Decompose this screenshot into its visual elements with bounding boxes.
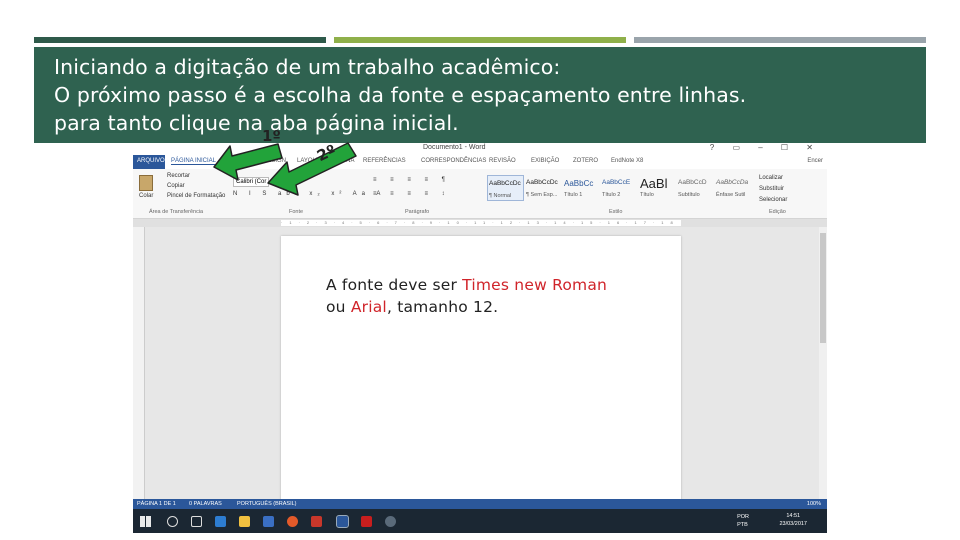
step-1-label: 1º	[262, 127, 281, 145]
store-icon[interactable]	[263, 516, 274, 527]
word-count[interactable]: 0 PALAVRAS	[189, 501, 222, 507]
tab-design[interactable]: DESIGN	[263, 158, 286, 164]
tab-endnote[interactable]: EndNote X8	[611, 158, 643, 164]
word-window: Documento1 - Word ? ▭ – ☐ ✕ ARQUIVO PÁGI…	[133, 143, 827, 533]
tab-zotero[interactable]: ZOTERO	[573, 158, 598, 164]
font-name-box[interactable]: Calibri (Cor	[233, 177, 269, 187]
pdf-reader-icon[interactable]	[361, 516, 372, 527]
paragraph-group-label: Parágrafo	[405, 209, 430, 215]
tab-home[interactable]: PÁGINA INICIAL	[171, 158, 217, 165]
times-new-roman-highlight: Times new Roman	[462, 276, 608, 294]
editing-group: Localizar Substituir Selecionar	[759, 173, 787, 206]
tab-references[interactable]: REFERÊNCIAS	[363, 158, 406, 164]
page-count[interactable]: PÁGINA 1 DE 1	[137, 501, 176, 507]
firefox-icon[interactable]	[287, 516, 298, 527]
horizontal-ruler: ·1·2·3·4·5·6·7·8·9·10·11·12·13·14·15·16·…	[133, 219, 827, 227]
paste-button[interactable]: Colar	[139, 193, 153, 199]
input-language[interactable]: POR PTB	[737, 513, 749, 529]
style-heading-1[interactable]: AaBbCc Título 1	[563, 175, 600, 201]
powerpoint-icon[interactable]	[311, 516, 322, 527]
title-banner: Iniciando a digitação de um trabalho aca…	[34, 47, 926, 143]
user-name[interactable]: Encer	[807, 158, 823, 164]
document-title: Documento1 - Word	[423, 144, 486, 151]
word-icon[interactable]	[336, 515, 349, 528]
taskbar-clock[interactable]: 14:51 23/03/2017	[779, 512, 807, 528]
font-format-buttons[interactable]: N I S abc x₂ x² Aa A	[233, 191, 385, 197]
style-title[interactable]: AaBl Título	[639, 175, 676, 201]
cortana-icon[interactable]	[167, 516, 178, 527]
tab-view[interactable]: EXIBIÇÃO	[531, 158, 559, 164]
status-bar: PÁGINA 1 DE 1 0 PALAVRAS PORTUGUÊS (BRAS…	[133, 499, 827, 509]
windows-start-icon[interactable]	[140, 516, 151, 527]
paste-icon[interactable]	[139, 175, 153, 191]
edge-icon[interactable]	[215, 516, 226, 527]
style-no-spacing[interactable]: AaBbCcDc ¶ Sem Esp...	[525, 175, 562, 201]
settings-icon[interactable]	[385, 516, 396, 527]
ribbon-tabs: ARQUIVO PÁGINA INICIAL INSERIR DESIGN LA…	[133, 155, 827, 169]
title-line-3: para tanto clique na aba página inicial.	[54, 111, 459, 135]
top-bar-green	[334, 37, 626, 43]
style-subtitle[interactable]: AaBbCcD Subtítulo	[677, 175, 714, 201]
styles-group-label: Estilo	[609, 209, 623, 215]
arial-highlight: Arial	[350, 298, 387, 316]
task-view-icon[interactable]	[191, 516, 202, 527]
cut-button[interactable]: Recortar	[167, 173, 190, 179]
select-button[interactable]: Selecionar	[759, 195, 787, 206]
clipboard-group-label: Área de Transferência	[149, 209, 204, 215]
top-bar-dark	[34, 37, 326, 43]
window-controls[interactable]: ? ▭ – ☐ ✕	[710, 143, 821, 152]
format-painter-button[interactable]: Pincel de Formatação	[167, 193, 225, 199]
file-explorer-icon[interactable]	[239, 516, 250, 527]
alignment-buttons[interactable]: ≡ ≡ ≡ ≡ ↕	[373, 191, 451, 197]
replace-button[interactable]: Substituir	[759, 184, 787, 195]
font-group-label: Fonte	[289, 209, 304, 215]
paragraph-buttons[interactable]: ≡ ≡ ≡ ≡ ¶	[373, 177, 451, 183]
language-status[interactable]: PORTUGUÊS (BRASIL)	[237, 501, 297, 507]
copy-button[interactable]: Copiar	[167, 183, 185, 189]
style-normal[interactable]: AaBbCcDc ¶ Normal	[487, 175, 524, 201]
tab-file[interactable]: ARQUIVO	[133, 155, 165, 169]
zoom-level[interactable]: 100%	[807, 501, 821, 507]
title-line-1: Iniciando a digitação de um trabalho aca…	[54, 55, 561, 79]
font-instruction-note: A fonte deve ser Times new Roman ou Aria…	[326, 276, 608, 316]
vertical-scrollbar[interactable]	[819, 227, 827, 499]
style-heading-2[interactable]: AaBbCcE Título 2	[601, 175, 638, 201]
tab-review[interactable]: REVISÃO	[489, 158, 516, 164]
editing-group-label: Edição	[769, 209, 786, 215]
title-line-2: O próximo passo é a escolha da fonte e e…	[54, 83, 747, 107]
tab-insert[interactable]: INSERIR	[229, 158, 253, 164]
top-bar-gray	[634, 37, 926, 43]
windows-taskbar: POR PTB 14:51 23/03/2017	[133, 509, 827, 533]
style-subtle-emphasis[interactable]: AaBbCcDa Ênfase Sutil	[715, 175, 752, 201]
banner-text: Iniciando a digitação de um trabalho aca…	[54, 53, 746, 137]
vertical-ruler	[133, 227, 145, 499]
find-button[interactable]: Localizar	[759, 173, 787, 184]
word-titlebar: Documento1 - Word ? ▭ – ☐ ✕	[133, 143, 827, 155]
styles-gallery: AaBbCcDc ¶ Normal AaBbCcDc ¶ Sem Esp... Aa…	[487, 175, 749, 201]
scroll-thumb[interactable]	[820, 233, 826, 343]
tab-mailings[interactable]: CORRESPONDÊNCIAS	[421, 158, 486, 164]
ribbon: Colar Recortar Copiar Pincel de Formataç…	[133, 169, 827, 219]
